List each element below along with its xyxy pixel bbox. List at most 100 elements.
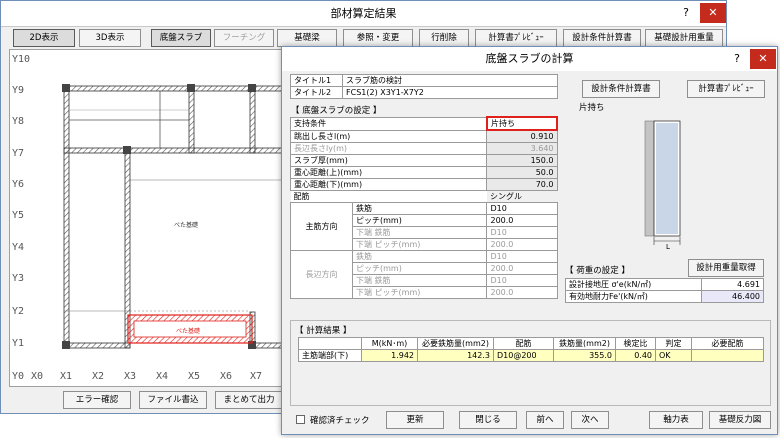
toolbar-divider [1,26,726,27]
haikin-label: 配筋 [290,190,487,203]
result-cell: OK [655,349,692,362]
footing-tab[interactable]: フーチング [214,29,274,47]
results-panel [290,320,771,406]
close-icon[interactable]: ✕ [750,49,776,69]
beam-tab[interactable]: 基礎梁 [277,29,337,47]
long-side-length-field: 3.640 [486,142,558,155]
row-label: 下端 鉄筋 [351,226,488,239]
slab-marker-selected[interactable]: べた基礎 [176,326,200,335]
help-icon[interactable]: ? [673,3,699,23]
results-col-header: 判定 [655,337,692,350]
results-col-header: 配筋 [493,337,554,350]
result-cell: 0.40 [615,349,656,362]
next-button[interactable]: 次へ [571,411,609,429]
row-label: 重心距離(上)(mm) [289,166,488,179]
result-cell [691,349,764,362]
batch-output-button[interactable]: まとめて出力 [215,391,283,409]
design-calc-sheet-button[interactable]: 設計条件計算書 [582,80,660,98]
load-label: 有効地耐力Fe'(kN/㎡) [565,290,702,303]
reference-change-button[interactable]: 参照・変更 [343,29,413,47]
row-label: 下端 ピッチ(mm) [351,238,488,251]
design-calc-button[interactable]: 設計条件計算書 [563,29,641,47]
slab-settings-table: 支持条件 片持ち 跳出し長さl(m) 0.910 長辺長さly(m) 3.640… [289,116,559,299]
title1-field[interactable]: スラブ筋の検討 [342,74,558,87]
main-dir-label: 主筋方向 [290,202,353,251]
support-select[interactable]: 片持ち [485,116,559,131]
result-cell: 142.3 [417,349,494,362]
results-table: M(kN･m) 必要鉄筋量(mm2) 配筋 鉄筋量(mm2) 検定比 判定 必要… [298,337,764,362]
plan-view-canvas[interactable]: Y10 Y9 Y8 Y7 Y6 Y5 Y4 Y3 Y2 Y1 Y0 X0 X1 … [9,49,283,387]
cantilever-diagram [644,120,681,245]
row-label: 鉄筋 [351,250,488,263]
result-cell: 1.942 [361,349,418,362]
dimension-l-label: L [666,243,670,251]
row-label: 跳出し長さl(m) [289,129,488,143]
row-label: 下端 鉄筋 [351,274,488,287]
main-pitch-field[interactable]: 200.0 [486,214,558,227]
title2-field[interactable]: FCS1(2) X3Y1-X7Y2 [342,86,558,99]
support-label: 支持条件 [289,116,488,131]
dialog-titlebar: 底盤スラブの計算 ? ✕ [282,47,777,71]
row-label: スラブ厚(mm) [289,154,488,167]
row-label: 鉄筋 [351,202,488,215]
overhang-length-field[interactable]: 0.910 [486,129,558,143]
view-3d-button[interactable]: 3D表示 [79,29,141,47]
long-bar-field: D10 [486,250,558,263]
get-weight-button[interactable]: 設計用重量取得 [688,259,764,277]
row-label: 下端 ピッチ(mm) [351,286,488,299]
long-dir-label: 長辺方向 [290,250,353,299]
slab-marker-upper[interactable]: べた基礎 [174,220,198,229]
table-row[interactable]: 主筋端部(下) 1.942 142.3 D10@200 355.0 0.40 O… [298,349,764,362]
title2-label: タイトル2 [290,86,343,99]
slab-thickness-field[interactable]: 150.0 [486,154,558,167]
results-col-header: 鉄筋量(mm2) [553,337,616,350]
window-titlebar: 部材算定結果 ? ✕ [1,1,726,26]
diagram-label: 片持ち [579,103,605,113]
load-label: 設計接地圧 σ'e(kN/㎡) [565,278,702,291]
prev-button[interactable]: 前へ [526,411,564,429]
title-table: タイトル1 スラブ筋の検討 タイトル2 FCS1(2) X3Y1-X7Y2 [290,74,558,99]
error-check-button[interactable]: エラー確認 [63,391,131,409]
haikin-select[interactable]: シングル [487,191,557,203]
results-header: 【 計算結果 】 [295,326,352,336]
preview-button[interactable]: 計算書ﾌﾟﾚﾋﾞｭｰ [475,29,557,47]
load-settings-header: 【 荷重の設定 】 [565,266,630,276]
reaction-diagram-button[interactable]: 基礎反力図 [709,411,771,429]
main-bar-select[interactable]: D10 [486,202,558,215]
result-cell: 355.0 [553,349,616,362]
results-col-header: 検定比 [615,337,656,350]
row-label: 長辺長さly(m) [289,142,488,155]
foundation-plan-drawing [62,84,282,349]
centroid-upper-field[interactable]: 50.0 [486,166,558,179]
load-table: 設計接地圧 σ'e(kN/㎡) 4.691 有効地耐力Fe'(kN/㎡) 46.… [565,278,764,303]
slab-calc-dialog: 底盤スラブの計算 ? ✕ タイトル1 スラブ筋の検討 タイトル2 FCS1(2)… [281,46,778,435]
slab-tab[interactable]: 底盤スラブ [151,29,211,47]
axial-force-button[interactable]: 軸力表 [649,411,703,429]
file-write-button[interactable]: ファイル書込 [139,391,207,409]
view-2d-button[interactable]: 2D表示 [13,29,75,47]
base-weight-button[interactable]: 基礎設計用重量 [645,29,723,47]
close-icon[interactable]: ✕ [700,3,726,23]
window-title: 部材算定結果 [330,7,397,20]
row-label: 重心距離(下)(mm) [289,178,488,191]
confirm-checkbox[interactable] [296,415,305,424]
bearing-capacity-field[interactable]: 46.400 [701,290,764,303]
result-cell: 主筋端部(下) [298,349,362,362]
main-bottom-pitch-field: 200.0 [486,238,558,251]
help-icon[interactable]: ? [724,49,750,69]
dialog-title: 底盤スラブの計算 [485,52,574,65]
long-bottom-pitch-field: 200.0 [486,286,558,299]
long-bottom-bar-field: D10 [486,274,558,287]
slab-settings-header: 【 底盤スラブの設定 】 [291,106,382,116]
long-pitch-field: 200.0 [486,262,558,275]
results-col-header [298,337,362,350]
calc-preview-button[interactable]: 計算書ﾌﾟﾚﾋﾞｭｰ [687,80,765,98]
results-col-header: M(kN･m) [361,337,418,350]
results-col-header: 必要配筋 [691,337,764,350]
close-button[interactable]: 閉じる [459,411,517,429]
row-label: ピッチ(mm) [351,214,488,227]
delete-row-button[interactable]: 行削除 [419,29,469,47]
centroid-lower-field[interactable]: 70.0 [486,178,558,191]
update-button[interactable]: 更新 [386,411,444,429]
confirm-checkbox-label: 確認済チェック [310,416,370,426]
